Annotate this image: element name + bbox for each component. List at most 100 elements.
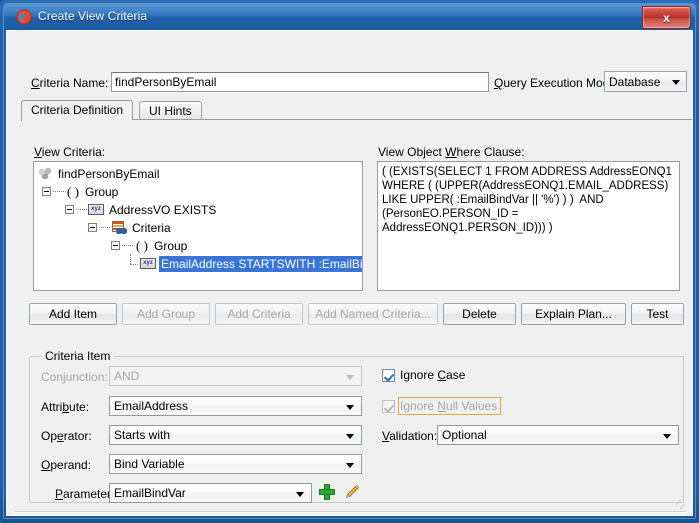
- pencil-icon[interactable]: [343, 483, 361, 501]
- chevron-down-icon: [346, 463, 354, 468]
- tab-active-connector: [22, 120, 137, 121]
- chevron-down-icon: [346, 405, 354, 410]
- chevron-down-icon: [672, 80, 680, 85]
- chevron-down-icon: [663, 434, 671, 439]
- explain-plan-label: Explain Plan...: [535, 307, 612, 321]
- ignore-null-values-label: Ignore Null Values: [398, 397, 502, 415]
- tab-ui-hints[interactable]: UI Hints: [139, 101, 202, 120]
- tree-node-addressvo-exists[interactable]: xyz AddressVO EXISTS: [65, 201, 218, 218]
- chevron-down-icon: [346, 434, 354, 439]
- where-clause-label: View Object Where Clause:: [378, 145, 525, 159]
- expander-toggle-icon[interactable]: [111, 241, 120, 250]
- query-execution-mode-label: Query Execution Mode:: [494, 76, 620, 90]
- chevron-down-icon: [296, 492, 304, 497]
- tree-connector: [127, 254, 139, 270]
- view-criteria-icon: [38, 167, 53, 180]
- view-criteria-label: View Criteria:: [34, 145, 106, 159]
- add-named-criteria-button: Add Named Criteria...: [308, 303, 438, 325]
- tree-connector: [53, 190, 64, 193]
- validation-value: Optional: [442, 428, 487, 442]
- tab-ui-hints-label: UI Hints: [149, 104, 192, 118]
- validation-combo[interactable]: Optional: [437, 425, 679, 445]
- tree-connector: [99, 226, 110, 229]
- paren-group-icon: ( ): [67, 183, 79, 199]
- xyz-expression-icon: xyz: [140, 258, 156, 269]
- xyz-expression-icon: xyz: [88, 204, 104, 215]
- criteria-name-input[interactable]: [111, 72, 489, 92]
- add-item-label: Add Item: [48, 307, 98, 321]
- tree-connector: [76, 208, 87, 211]
- window-title: Create View Criteria: [38, 9, 148, 23]
- add-item-button[interactable]: Add Item: [29, 303, 117, 325]
- validation-label: Validation:: [382, 429, 438, 443]
- chevron-down-icon: [346, 375, 354, 380]
- criteria-item-group-title: Criteria Item: [41, 349, 115, 363]
- close-icon: x: [663, 10, 670, 25]
- tab-criteria-definition-label: Criteria Definition: [31, 103, 124, 117]
- footer-separator: [15, 511, 686, 513]
- operand-value: Bind Variable: [114, 457, 185, 471]
- add-group-label: Add Group: [136, 307, 196, 321]
- operator-value: Starts with: [114, 428, 171, 442]
- tree-node-label: Group: [85, 184, 119, 199]
- operator-combo[interactable]: Starts with: [109, 425, 362, 445]
- operand-combo[interactable]: Bind Variable: [109, 454, 362, 474]
- paren-group-icon: ( ): [136, 237, 148, 253]
- operand-label: Operand:: [41, 458, 92, 472]
- checkbox-icon: [382, 399, 395, 413]
- add-named-criteria-label: Add Named Criteria...: [315, 307, 431, 321]
- tree-node-label: findPersonByEmail: [58, 166, 160, 181]
- attribute-label: Attribute:: [41, 400, 90, 414]
- resize-grip[interactable]: [676, 500, 688, 512]
- criteria-icon: [111, 221, 127, 234]
- expander-toggle-icon[interactable]: [65, 205, 74, 214]
- oracle-logo-icon: [16, 9, 32, 25]
- ignore-case-label: Ignore Case: [400, 368, 466, 382]
- tree-node-label: AddressVO EXISTS: [109, 202, 217, 217]
- tab-strip: Criteria Definition UI Hints: [21, 100, 692, 121]
- checkbox-icon: [382, 368, 395, 382]
- criteria-name-label: Criteria Name:: [31, 76, 109, 90]
- tree-node-group-2[interactable]: ( ) Group: [111, 237, 189, 254]
- dialog-window: Create View Criteria x Criteria Name: Qu…: [0, 0, 699, 523]
- add-criteria-button: Add Criteria: [215, 303, 303, 325]
- title-bar: Create View Criteria x: [4, 4, 695, 30]
- view-criteria-tree[interactable]: findPersonByEmail ( ) Group xyz AddressV…: [33, 161, 363, 291]
- expander-toggle-icon[interactable]: [88, 223, 97, 232]
- query-execution-mode-combo[interactable]: Database: [604, 71, 687, 92]
- add-group-button: Add Group: [122, 303, 210, 325]
- tree-node-group-1[interactable]: ( ) Group: [42, 183, 120, 200]
- tree-node-criteria[interactable]: Criteria: [88, 219, 173, 236]
- delete-button[interactable]: Delete: [443, 303, 516, 325]
- delete-label: Delete: [462, 307, 497, 321]
- tree-node-emailaddress-startswith[interactable]: xyz EmailAddress STARTSWITH :EmailBindVa…: [127, 254, 362, 272]
- attribute-value: EmailAddress: [114, 399, 189, 413]
- tree-node-label: EmailAddress STARTSWITH :EmailBindVar: [159, 255, 362, 272]
- conjunction-label: Conjunction:: [41, 370, 108, 384]
- conjunction-combo: AND: [109, 366, 362, 386]
- screenshot-root: Create View Criteria x Criteria Name: Qu…: [0, 0, 699, 523]
- test-label: Test: [646, 307, 669, 321]
- where-clause-text: ( (EXISTS(SELECT 1 FROM ADDRESS AddressE…: [382, 166, 676, 234]
- tab-criteria-definition[interactable]: Criteria Definition: [21, 100, 134, 121]
- parameter-value: EmailBindVar: [114, 486, 186, 500]
- where-clause-box[interactable]: ( (EXISTS(SELECT 1 FROM ADDRESS AddressE…: [377, 161, 680, 291]
- query-execution-mode-value: Database: [609, 75, 661, 89]
- ignore-null-values-checkbox: Ignore Null Values: [382, 397, 502, 415]
- test-button[interactable]: Test: [631, 303, 684, 325]
- add-criteria-label: Add Criteria: [227, 307, 291, 321]
- close-button[interactable]: x: [642, 6, 691, 29]
- tree-node-find-person-by-email[interactable]: findPersonByEmail: [38, 165, 161, 182]
- tree-connector: [122, 244, 133, 247]
- expander-toggle-icon[interactable]: [42, 187, 51, 196]
- plus-icon[interactable]: [318, 483, 336, 501]
- parameter-combo[interactable]: EmailBindVar: [109, 483, 312, 503]
- ignore-case-checkbox[interactable]: Ignore Case: [382, 368, 465, 382]
- attribute-combo[interactable]: EmailAddress: [109, 396, 362, 416]
- tree-node-label: Group: [154, 238, 188, 253]
- parameter-label: Parameter:: [55, 487, 115, 501]
- tree-node-label: Criteria: [132, 220, 171, 235]
- explain-plan-button[interactable]: Explain Plan...: [521, 303, 626, 325]
- operator-label: Operator:: [41, 429, 92, 443]
- conjunction-value: AND: [114, 369, 140, 383]
